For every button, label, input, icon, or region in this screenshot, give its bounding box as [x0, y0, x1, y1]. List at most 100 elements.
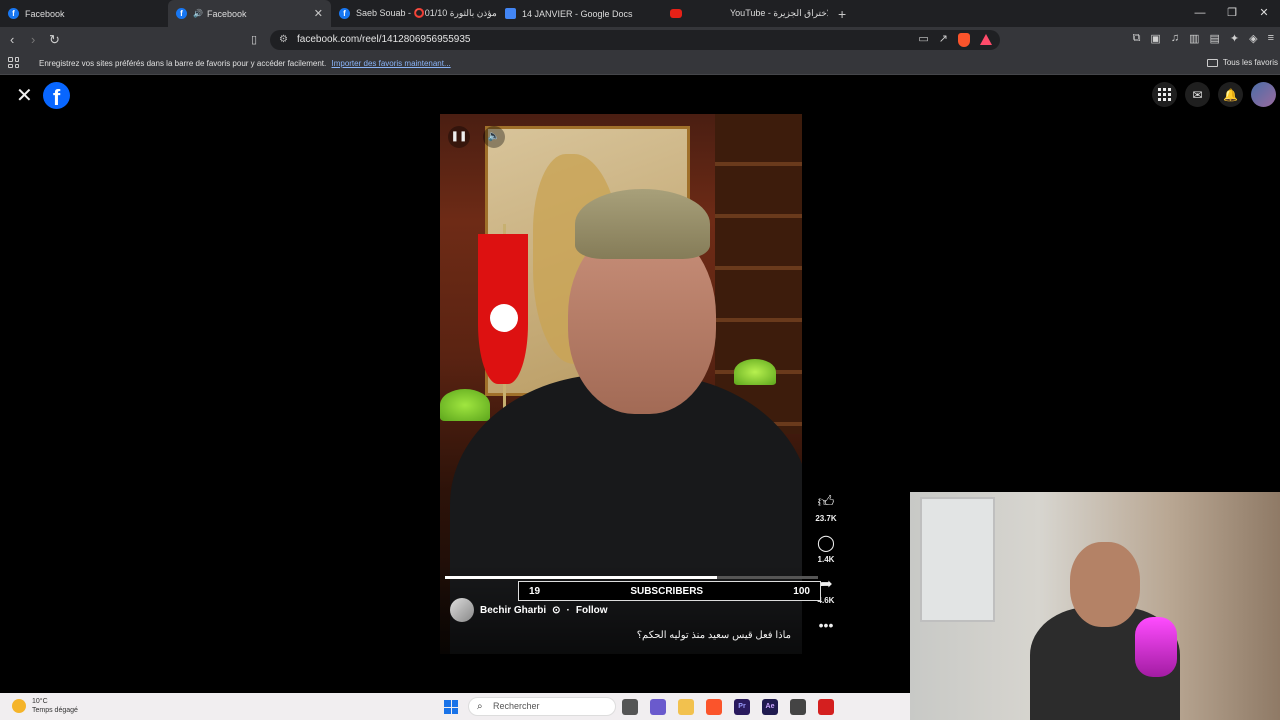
- video-progress-fill: [445, 576, 718, 579]
- discord-icon[interactable]: [650, 699, 666, 715]
- tab-label: Facebook: [206, 8, 247, 19]
- volume-icon[interactable]: 🔈: [483, 126, 505, 148]
- windows-taskbar: 10°C Temps dégagé ⌕ Rechercher Pr Ae: [0, 693, 910, 720]
- tab-manager-icon[interactable]: ▣: [1150, 32, 1160, 45]
- vpn-icon[interactable]: ◈: [1249, 32, 1257, 45]
- url-text[interactable]: facebook.com/reel/1412806956955935: [297, 34, 470, 45]
- close-tab-icon[interactable]: ✕: [314, 7, 323, 20]
- bookmarks-bar: Enregistrez vos sites préférés dans la b…: [0, 53, 1280, 75]
- share-icon[interactable]: ↗: [939, 32, 948, 47]
- webcam-background-window: [920, 497, 995, 622]
- after-effects-icon[interactable]: Ae: [762, 699, 778, 715]
- reel-author: Bechir Gharbi ⊙ · Follow: [450, 598, 608, 622]
- follow-button[interactable]: Follow: [576, 605, 608, 616]
- reel-actions: 👍︎ 23.7K ◯ 1.4K ➦ 4.6K •••: [812, 494, 840, 633]
- video-lamp: [734, 359, 776, 385]
- facebook-favicon-icon: f: [339, 8, 350, 19]
- address-bar[interactable]: ⚙ facebook.com/reel/1412806956955935 ▭ ↗: [270, 30, 1000, 50]
- like-count: 23.7K: [815, 514, 837, 523]
- start-button[interactable]: [444, 700, 458, 714]
- address-bar-actions: ▭ ↗: [918, 32, 992, 47]
- reload-icon[interactable]: ↻: [49, 32, 60, 48]
- file-explorer-icon[interactable]: [678, 699, 694, 715]
- video-progress-bar[interactable]: [445, 576, 818, 579]
- pause-icon[interactable]: ❚❚: [448, 126, 470, 148]
- facebook-logo-icon[interactable]: f: [43, 82, 70, 109]
- task-view-icon[interactable]: [622, 699, 638, 715]
- comment-icon: ◯: [817, 535, 835, 552]
- brave-rewards-icon[interactable]: [980, 34, 992, 45]
- tab-google-docs[interactable]: 14 JANVIER - Google Docs: [497, 0, 662, 27]
- acrobat-icon[interactable]: [818, 699, 834, 715]
- minimize-icon[interactable]: —: [1184, 0, 1216, 27]
- webcam-overlay: [910, 492, 1280, 720]
- author-name[interactable]: Bechir Gharbi: [480, 605, 546, 616]
- video-flag-emblem: [490, 304, 518, 332]
- taskbar-search[interactable]: ⌕ Rechercher: [468, 697, 616, 716]
- subscriber-target: 100: [793, 585, 810, 597]
- messenger-icon[interactable]: ✉: [1185, 82, 1210, 107]
- davinci-icon[interactable]: [790, 699, 806, 715]
- tab-audio-icon[interactable]: 🔊: [193, 9, 203, 18]
- account-avatar[interactable]: [1251, 82, 1276, 107]
- tab-facebook-active[interactable]: f 🔊 Facebook ✕: [168, 0, 331, 27]
- weather-text: 10°C Temps dégagé: [32, 697, 78, 715]
- apps-grid-icon[interactable]: [8, 57, 19, 68]
- main-menu-icon[interactable]: ≡: [1268, 32, 1274, 45]
- weather-icon: [12, 699, 26, 713]
- comment-count: 1.4K: [817, 555, 835, 564]
- webcam-person-head: [1070, 542, 1140, 627]
- brave-shield-icon[interactable]: [958, 33, 970, 47]
- facebook-favicon-icon: f: [176, 8, 187, 19]
- subscriber-current: 19: [529, 585, 541, 597]
- site-info-icon[interactable]: ⚙: [279, 34, 288, 45]
- weather-widget[interactable]: 10°C Temps dégagé: [12, 697, 78, 715]
- cast-icon[interactable]: ▭: [918, 32, 928, 47]
- microphone: [1135, 617, 1177, 677]
- all-bookmarks-label: Tous les favoris: [1222, 58, 1278, 67]
- music-icon[interactable]: ♫: [1171, 32, 1179, 45]
- tab-youtube[interactable]: YouTube - الاختراق الجزيرة: [662, 0, 828, 27]
- forward-icon[interactable]: ›: [31, 32, 35, 48]
- screen: f Facebook f 🔊 Facebook ✕ f Saeb Souab -…: [0, 0, 1280, 720]
- reel-video[interactable]: ❚❚ 🔈 Bechir Gharbi ⊙ · Follow ماذا فعل ق…: [440, 114, 802, 654]
- leo-ai-icon[interactable]: ✦: [1230, 32, 1239, 45]
- brave-browser-icon[interactable]: [706, 699, 722, 715]
- notifications-icon[interactable]: 🔔: [1218, 82, 1243, 107]
- all-bookmarks-button[interactable]: Tous les favoris: [1206, 58, 1278, 67]
- search-placeholder: Rechercher: [493, 701, 540, 711]
- tab-facebook-1[interactable]: f Facebook: [0, 0, 168, 27]
- facebook-top-actions: ✉ 🔔: [1152, 82, 1276, 107]
- facebook-favicon-icon: f: [8, 8, 19, 19]
- wallet-icon[interactable]: ▤: [1209, 32, 1219, 45]
- more-options-icon[interactable]: •••: [812, 617, 840, 633]
- close-window-icon[interactable]: ✕: [1248, 0, 1280, 27]
- extensions-area: ⧉ ▣ ♫ ▥ ▤ ✦ ◈ ≡: [1133, 32, 1274, 45]
- follow-separator: ·: [566, 604, 570, 616]
- restore-icon[interactable]: ❐: [1216, 0, 1248, 27]
- menu-grid-icon[interactable]: [1152, 82, 1177, 107]
- like-button[interactable]: 👍︎ 23.7K: [812, 494, 840, 523]
- window-controls: — ❐ ✕: [1184, 0, 1280, 27]
- bookmarks-message: Enregistrez vos sites préférés dans la b…: [39, 59, 451, 68]
- reel-caption: ماذا فعل قيس سعيد منذ توليه الحكم؟: [636, 630, 791, 641]
- tab-saeb-souab[interactable]: f Saeb Souab - ⭕01/10 مؤذن بالثورة: [331, 0, 497, 27]
- close-icon[interactable]: ✕: [16, 86, 33, 106]
- tab-label: YouTube - الاختراق الجزيرة: [730, 8, 828, 18]
- taskbar-apps: Pr Ae: [622, 699, 834, 715]
- back-icon[interactable]: ‹: [10, 32, 14, 48]
- comment-button[interactable]: ◯ 1.4K: [812, 535, 840, 564]
- weather-condition: Temps dégagé: [32, 707, 78, 714]
- tab-label: Saeb Souab - ⭕01/10 مؤذن بالثورة: [356, 8, 497, 18]
- import-bookmarks-link[interactable]: Importer des favoris maintenant...: [331, 59, 450, 68]
- premiere-pro-icon[interactable]: Pr: [734, 699, 750, 715]
- sidebar-icon[interactable]: ▥: [1189, 32, 1199, 45]
- subscriber-goal-overlay: 19 SUBSCRIBERS 100: [518, 581, 821, 601]
- extension-puzzle-icon[interactable]: ⧉: [1133, 32, 1141, 45]
- new-tab-icon[interactable]: +: [838, 6, 846, 22]
- author-avatar[interactable]: [450, 598, 474, 622]
- subscriber-label: SUBSCRIBERS: [630, 585, 704, 597]
- bookmark-page-icon[interactable]: ▯: [251, 32, 257, 48]
- video-lamp: [440, 389, 490, 421]
- google-docs-favicon-icon: [505, 8, 516, 19]
